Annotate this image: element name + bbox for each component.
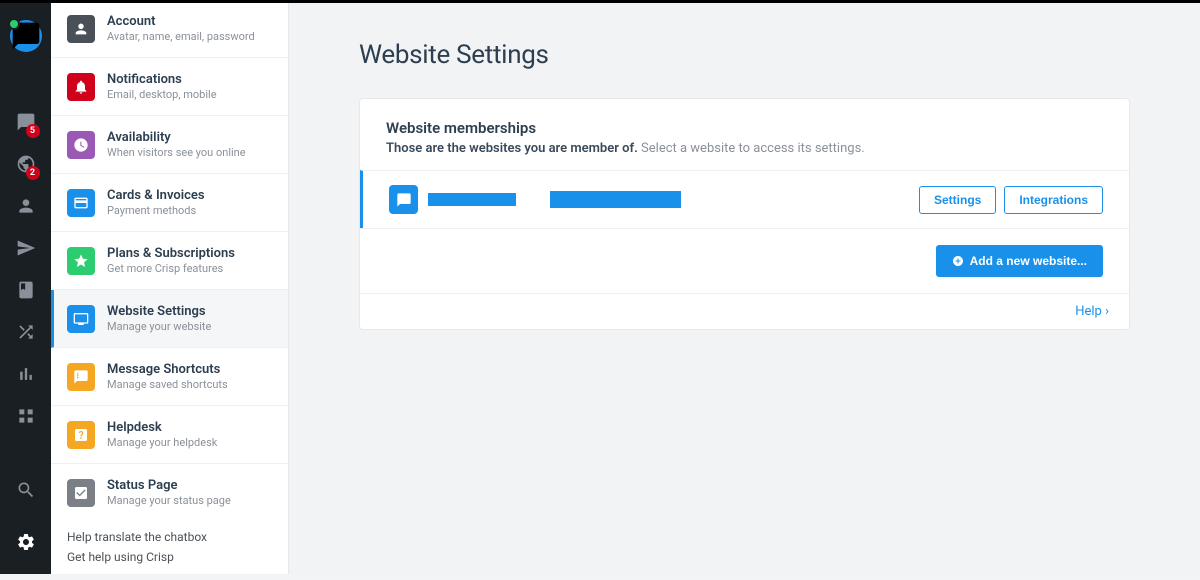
sidebar-item-sub: Manage your helpdesk — [107, 436, 217, 449]
add-website-label: Add a new website... — [970, 254, 1087, 268]
sidebar-item-label: Helpdesk — [107, 420, 217, 435]
visitors-badge: 2 — [26, 166, 40, 180]
translate-link[interactable]: Help translate the chatbox — [67, 530, 272, 544]
sidebar-item-account[interactable]: AccountAvatar, name, email, password — [51, 0, 288, 58]
rail-search[interactable] — [6, 470, 46, 510]
membership-row[interactable]: Settings Integrations — [360, 170, 1129, 228]
rail-settings[interactable] — [6, 522, 46, 562]
person-icon — [16, 196, 36, 216]
sidebar-item-helpdesk[interactable]: HelpdeskManage your helpdesk — [51, 406, 288, 464]
sidebar-item-label: Plans & Subscriptions — [107, 246, 235, 261]
sidebar-item-status[interactable]: Status PageManage your status page — [51, 464, 288, 520]
card-help-section: Help — [360, 293, 1129, 329]
send-icon — [16, 238, 36, 258]
chat-icon — [10, 20, 42, 52]
sidebar-item-label: Message Shortcuts — [107, 362, 228, 377]
account-icon — [67, 15, 95, 43]
search-icon — [16, 480, 36, 500]
sidebar-item-availability[interactable]: AvailabilityWhen visitors see you online — [51, 116, 288, 174]
website-domain-redacted — [550, 191, 681, 208]
bar-chart-icon — [16, 364, 36, 384]
shuffle-icon — [16, 322, 36, 342]
sidebar-item-sub: Avatar, name, email, password — [107, 30, 255, 43]
page-title: Website Settings — [359, 40, 1130, 70]
bell-icon — [67, 73, 95, 101]
sidebar-item-sub: Email, desktop, mobile — [107, 88, 217, 101]
monitor-icon — [67, 305, 95, 333]
sidebar-item-label: Cards & Invoices — [107, 188, 205, 203]
app-logo[interactable] — [10, 20, 42, 52]
help-icon — [67, 421, 95, 449]
sidebar-item-sub: Manage saved shortcuts — [107, 378, 228, 391]
sidebar-item-label: Status Page — [107, 478, 231, 493]
sidebar-item-notifications[interactable]: NotificationsEmail, desktop, mobile — [51, 58, 288, 116]
sidebar-item-cards[interactable]: Cards & InvoicesPayment methods — [51, 174, 288, 232]
nav-rail: 5 2 — [0, 0, 51, 574]
website-icon — [389, 185, 418, 214]
card-add-section: Add a new website... — [360, 228, 1129, 293]
memberships-desc-light: Select a website to access its settings. — [641, 141, 865, 156]
clock-icon — [67, 131, 95, 159]
sidebar-footer: Help translate the chatbox Get help usin… — [51, 520, 288, 580]
memberships-desc-bold: Those are the websites you are member of… — [386, 141, 638, 156]
message-icon — [67, 363, 95, 391]
sidebar-item-sub: When visitors see you online — [107, 146, 246, 159]
settings-sidebar: AccountAvatar, name, email, password Not… — [51, 0, 289, 574]
help-link-card[interactable]: Help — [1075, 304, 1109, 319]
help-link[interactable]: Get help using Crisp — [67, 550, 272, 564]
memberships-heading: Website memberships — [386, 119, 1103, 137]
rail-contacts[interactable] — [6, 186, 46, 226]
book-icon — [16, 280, 36, 300]
inbox-badge: 5 — [26, 124, 40, 138]
sidebar-item-sub: Get more Crisp features — [107, 262, 235, 275]
sidebar-item-label: Notifications — [107, 72, 217, 87]
sidebar-item-label: Availability — [107, 130, 246, 145]
rail-visitors[interactable]: 2 — [6, 144, 46, 184]
settings-button[interactable]: Settings — [919, 186, 996, 214]
rail-campaigns[interactable] — [6, 228, 46, 268]
website-name-redacted — [428, 193, 516, 206]
sidebar-item-shortcuts[interactable]: Message ShortcutsManage saved shortcuts — [51, 348, 288, 406]
add-website-button[interactable]: Add a new website... — [936, 245, 1103, 277]
rail-shuffle[interactable] — [6, 312, 46, 352]
rail-inbox[interactable]: 5 — [6, 102, 46, 142]
grid-icon — [16, 406, 36, 426]
plus-circle-icon — [952, 255, 964, 267]
check-box-icon — [67, 479, 95, 507]
star-icon — [67, 247, 95, 275]
sidebar-item-sub: Payment methods — [107, 204, 205, 217]
rail-knowledge[interactable] — [6, 270, 46, 310]
rail-plugins[interactable] — [6, 396, 46, 436]
memberships-card: Website memberships Those are the websit… — [359, 98, 1130, 330]
card-header: Website memberships Those are the websit… — [360, 99, 1129, 170]
sidebar-item-sub: Manage your status page — [107, 494, 231, 507]
sidebar-item-plans[interactable]: Plans & SubscriptionsGet more Crisp feat… — [51, 232, 288, 290]
sidebar-item-label: Account — [107, 14, 255, 29]
sidebar-item-label: Website Settings — [107, 304, 211, 319]
gear-icon — [16, 532, 36, 552]
sidebar-item-website-settings[interactable]: Website SettingsManage your website — [51, 290, 288, 348]
card-icon — [67, 189, 95, 217]
rail-analytics[interactable] — [6, 354, 46, 394]
main-content: Website Settings Website memberships Tho… — [289, 0, 1200, 574]
integrations-button[interactable]: Integrations — [1004, 186, 1103, 214]
sidebar-item-sub: Manage your website — [107, 320, 211, 333]
